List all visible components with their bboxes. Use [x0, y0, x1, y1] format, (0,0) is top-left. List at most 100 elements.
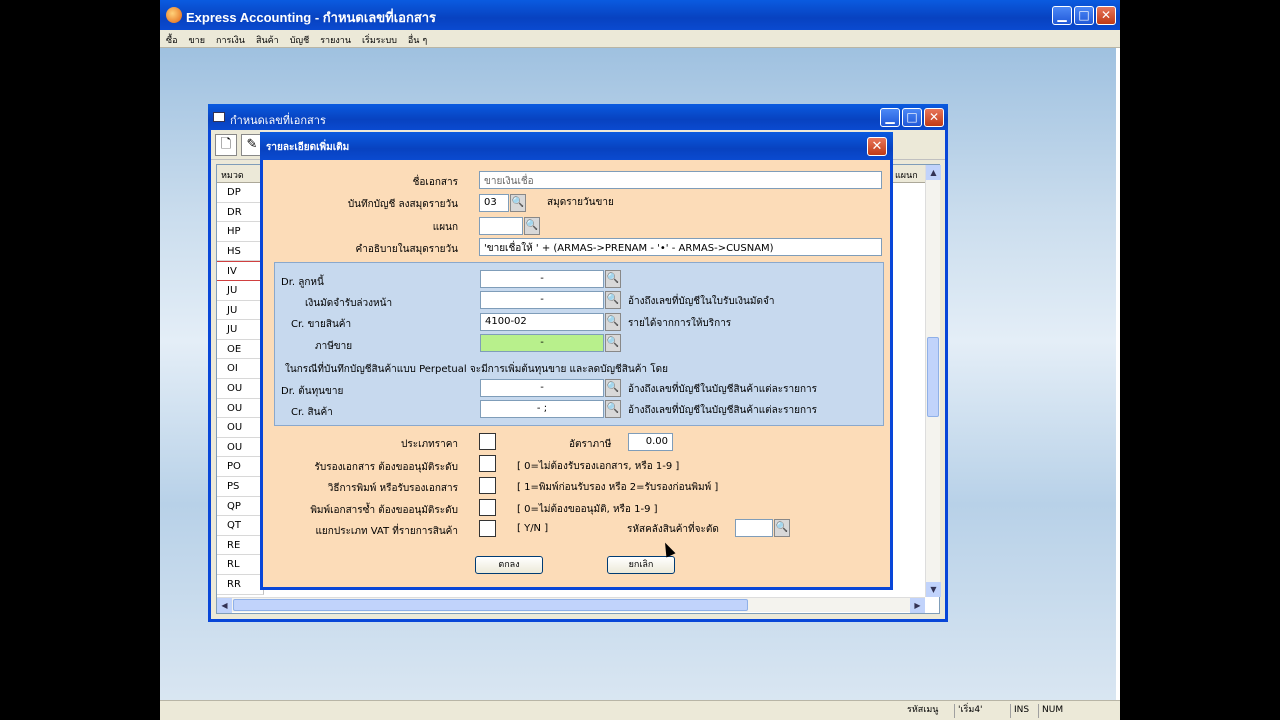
new-document-icon[interactable]: 🗋: [215, 134, 237, 156]
cancel-button[interactable]: ยกเลิก: [607, 556, 675, 574]
menu-setup[interactable]: เริ่มระบบ: [356, 30, 402, 47]
scroll-left-icon[interactable]: ◀: [217, 598, 232, 613]
menu-other[interactable]: อื่น ๆ: [402, 30, 432, 47]
cr-sales-search-icon[interactable]: 🔍: [605, 313, 621, 331]
code-row[interactable]: QT: [217, 516, 264, 536]
code-row[interactable]: OU: [217, 418, 264, 438]
journal-input[interactable]: 03: [479, 194, 509, 212]
dr-cost-label: Dr. ต้นทุนขาย: [281, 386, 344, 397]
code-row[interactable]: HP: [217, 222, 264, 242]
code-row[interactable]: IV: [217, 261, 264, 281]
warehouse-input[interactable]: [735, 519, 773, 537]
journal-search-icon[interactable]: 🔍: [510, 194, 526, 212]
code-row[interactable]: JU: [217, 300, 264, 321]
department-search-icon[interactable]: 🔍: [524, 217, 540, 235]
vertical-scroll-thumb[interactable]: [927, 337, 939, 417]
perpetual-note: ในกรณีที่บันทึกบัญชีสินค้าแบบ Perpetual …: [285, 364, 668, 375]
menu-inventory[interactable]: สินค้า: [250, 30, 284, 47]
status-bar: รหัสเมนู 'เริ่ม4' INS NUM: [160, 700, 1120, 720]
doc-name-label: ชื่อเอกสาร: [412, 177, 458, 188]
dr-debtor-search-icon[interactable]: 🔍: [605, 270, 621, 288]
menu-purchase[interactable]: ซื้อ: [160, 30, 183, 47]
sales-tax-input[interactable]: -: [480, 334, 604, 352]
code-row[interactable]: OE: [217, 339, 264, 360]
journal-description: สมุดรายวันขาย: [547, 197, 614, 208]
cr-goods-label: Cr. สินค้า: [291, 407, 333, 418]
code-row[interactable]: HS: [217, 241, 264, 262]
menu-accounting[interactable]: บัญชี: [284, 30, 315, 47]
cr-goods-search-icon[interactable]: 🔍: [605, 400, 621, 418]
journal-label: บันทึกบัญชี ลงสมุดรายวัน: [347, 199, 458, 210]
code-row[interactable]: RL: [217, 555, 264, 575]
num-indicator: NUM: [1038, 704, 1068, 718]
column-header-department[interactable]: แผนก: [893, 165, 925, 183]
doc-name-input[interactable]: ขายเงินเชื่อ: [479, 171, 882, 189]
dialog-close-button[interactable]: ✕: [867, 137, 887, 156]
warehouse-label: รหัสคลังสินค้าที่จะตัด: [627, 524, 719, 535]
scroll-down-icon[interactable]: ▼: [926, 582, 941, 597]
code-row[interactable]: OU: [217, 379, 264, 399]
document-number-titlebar: กำหนดเลขที่เอกสาร ▁ □ ✕: [208, 104, 948, 130]
tax-rate-input[interactable]: 0.00: [628, 433, 673, 451]
code-row[interactable]: DR: [217, 202, 264, 223]
code-row[interactable]: PS: [217, 477, 264, 497]
print-method-label: วิธีการพิมพ์ หรือรับรองเอกสาร: [327, 483, 458, 494]
column-header-category[interactable]: หมวด: [217, 165, 264, 183]
approve-level-input[interactable]: [479, 455, 496, 472]
print-method-input[interactable]: [479, 477, 496, 494]
maximize-button[interactable]: □: [1074, 6, 1094, 25]
cr-goods-description: อ้างถึงเลขที่บัญชีในบัญชีสินค้าแต่ละรายก…: [628, 405, 818, 416]
scroll-right-icon[interactable]: ▶: [910, 598, 925, 613]
details-dialog: รายละเอียดเพิ่มเติม ✕ ชื่อเอกสาร ขายเงิน…: [260, 132, 893, 590]
department-input[interactable]: [479, 217, 523, 235]
ins-indicator: INS: [1010, 704, 1038, 718]
code-row[interactable]: RR: [217, 575, 264, 595]
vat-by-item-hint: [ Y/N ]: [517, 523, 549, 534]
menu-reports[interactable]: รายงาน: [314, 30, 356, 47]
dr-cost-description: อ้างถึงเลขที่บัญชีในบัญชีสินค้าแต่ละรายก…: [628, 384, 818, 395]
doc-maximize-button[interactable]: □: [902, 108, 922, 127]
deposit-input[interactable]: -: [480, 291, 604, 309]
doc-minimize-button[interactable]: ▁: [880, 108, 900, 127]
app-titlebar: Express Accounting - กำหนดเลขที่เอกสาร ▁…: [160, 0, 1120, 30]
dr-debtor-input[interactable]: -: [480, 270, 604, 288]
code-row[interactable]: PO: [217, 457, 264, 477]
code-row[interactable]: OU: [217, 398, 264, 419]
dr-debtor-label: Dr. ลูกหนี้: [281, 277, 324, 288]
horizontal-scroll-thumb[interactable]: [233, 599, 748, 611]
code-row[interactable]: QP: [217, 496, 264, 517]
warehouse-search-icon[interactable]: 🔍: [774, 519, 790, 537]
horizontal-scrollbar[interactable]: ◀ ▶: [217, 597, 925, 613]
code-row[interactable]: RE: [217, 535, 264, 556]
journal-desc-label: คำอธิบายในสมุดรายวัน: [355, 244, 458, 255]
doc-close-button[interactable]: ✕: [924, 108, 944, 127]
cr-sales-description: รายได้จากการให้บริการ: [628, 318, 732, 329]
menu-sales[interactable]: ขาย: [183, 30, 210, 47]
price-type-input[interactable]: [479, 433, 496, 450]
tax-rate-label: อัตราภาษี: [569, 439, 612, 450]
journal-desc-input[interactable]: 'ขายเชื่อให้ ' + (ARMAS->PRENAM - '•' - …: [479, 238, 882, 256]
cr-sales-input[interactable]: 4100-02: [480, 313, 604, 331]
scroll-up-icon[interactable]: ▲: [926, 165, 941, 180]
deposit-search-icon[interactable]: 🔍: [605, 291, 621, 309]
minimize-button[interactable]: ▁: [1052, 6, 1072, 25]
code-row[interactable]: OI: [217, 359, 264, 379]
sales-tax-search-icon[interactable]: 🔍: [605, 334, 621, 352]
cr-goods-input[interactable]: - ;: [480, 400, 604, 418]
posting-panel: Dr. ลูกหนี้ - 🔍 เงินมัดจำรับล่วงหน้า - 🔍…: [274, 262, 884, 426]
dr-cost-search-icon[interactable]: 🔍: [605, 379, 621, 397]
ok-button[interactable]: ตกลง: [475, 556, 543, 574]
code-row[interactable]: OU: [217, 437, 264, 458]
vat-by-item-input[interactable]: [479, 520, 496, 537]
close-button[interactable]: ✕: [1096, 6, 1116, 25]
menu-finance[interactable]: การเงิน: [210, 30, 250, 47]
vertical-scrollbar[interactable]: ▲ ▼: [925, 165, 941, 597]
dr-cost-input[interactable]: -: [480, 379, 604, 397]
approve-level-label: รับรองเอกสาร ต้องขออนุมัติระดับ: [314, 462, 458, 473]
code-row[interactable]: DP: [217, 183, 264, 203]
menu-bar: ซื้อ ขาย การเงิน สินค้า บัญชี รายงาน เริ่มระบบ…: [160, 30, 1120, 48]
code-row[interactable]: JU: [217, 281, 264, 301]
code-row[interactable]: JU: [217, 320, 264, 340]
dialog-title: รายละเอียดเพิ่มเติม: [266, 142, 350, 153]
reprint-level-input[interactable]: [479, 499, 496, 516]
